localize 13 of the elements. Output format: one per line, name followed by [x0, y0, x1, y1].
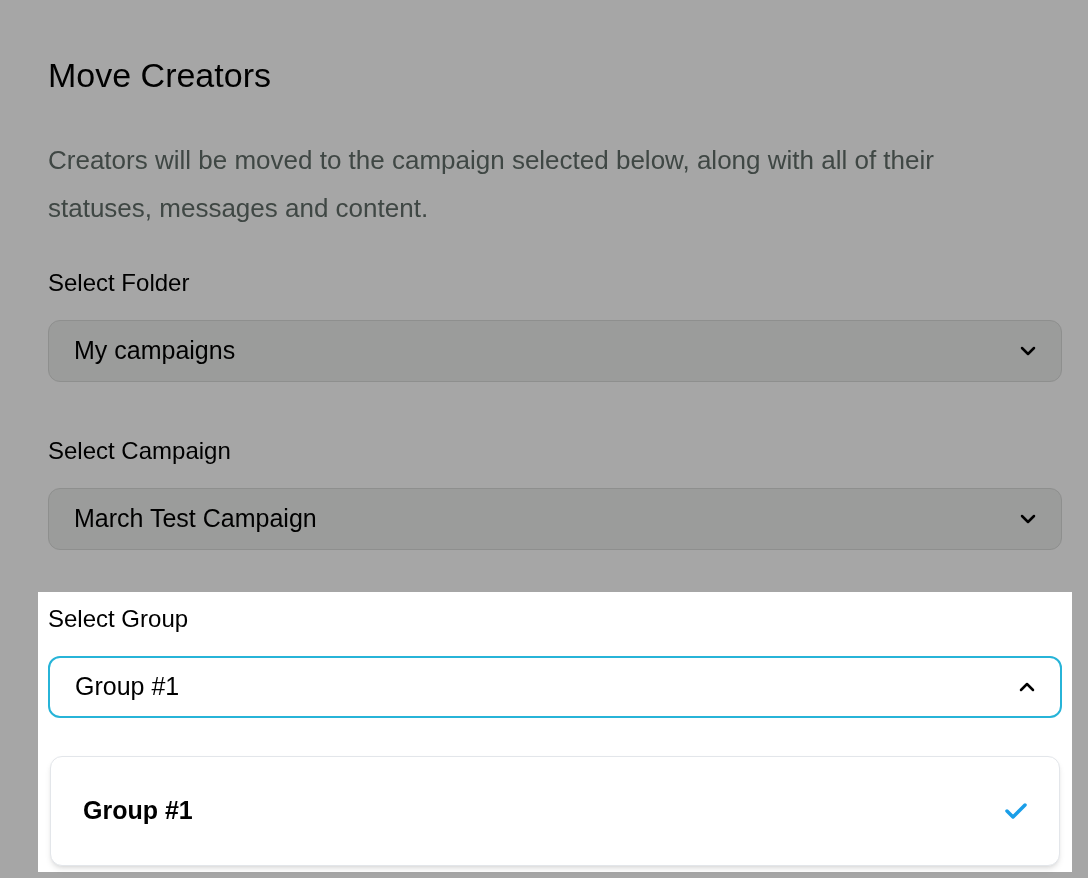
dropdown-option[interactable]: Group #1	[51, 775, 1059, 847]
field-label: Select Campaign	[48, 436, 231, 466]
chevron-down-icon	[1020, 514, 1036, 524]
select-dropdown[interactable]: My campaigns	[48, 320, 1062, 382]
chevron-down-icon	[1020, 346, 1036, 356]
select-dropdown[interactable]: Group #1	[48, 656, 1062, 718]
dialog-title: Move Creators	[48, 55, 271, 96]
description-text: Creators will be moved to the campaign selected below, along with all of their statuses, messages and content.	[48, 144, 935, 225]
select-dropdown[interactable]: March Test Campaign	[48, 488, 1062, 550]
checkmark-icon	[1005, 803, 1027, 819]
field-label: Select Group	[48, 604, 189, 634]
field-label: Select Folder	[48, 268, 190, 298]
chevron-up-icon	[1019, 682, 1035, 692]
